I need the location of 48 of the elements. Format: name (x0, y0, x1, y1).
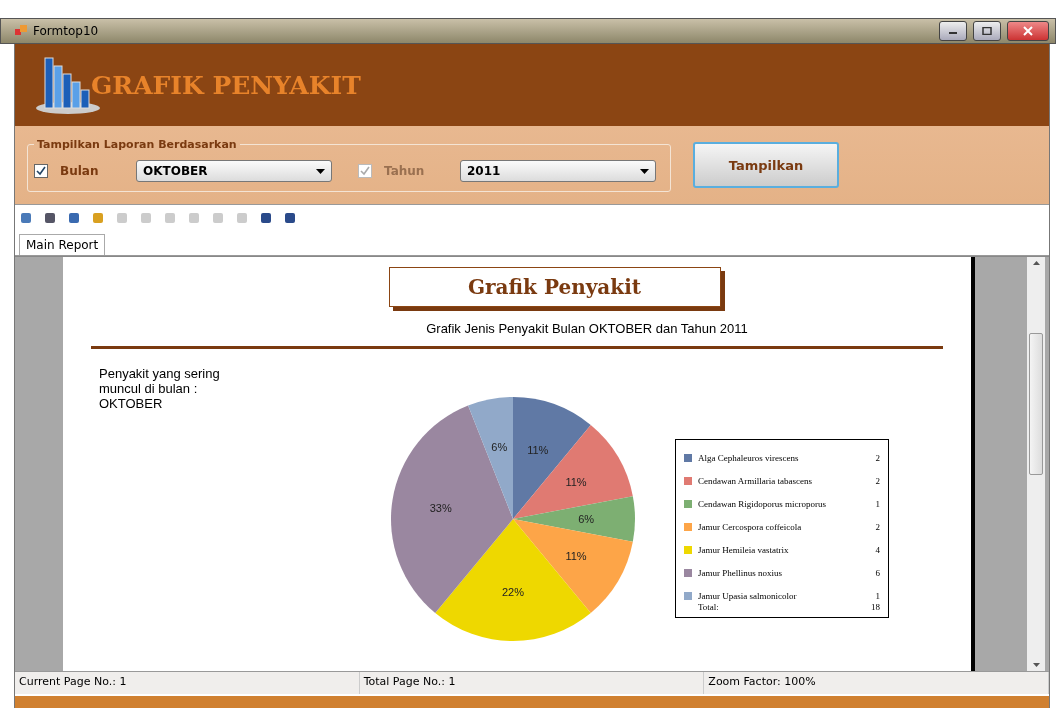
close-icon (1023, 26, 1033, 36)
legend-label: Jamur Phellinus noxius (698, 567, 783, 578)
report-note: Penyakit yang sering muncul di bulan : OKTOBER (98, 367, 221, 413)
checkbox[interactable] (34, 164, 48, 178)
maximize-button[interactable] (973, 21, 1001, 41)
slice-label: 22% (502, 586, 524, 599)
scroll-up-icon[interactable] (1032, 261, 1040, 265)
slice-label: 11% (527, 444, 549, 457)
checkbox-label: Tahun (384, 164, 426, 178)
legend-total: 18 (871, 602, 880, 612)
legend-label: Jamur Upasia salmonicolor (698, 590, 798, 601)
close-button[interactable] (1007, 21, 1049, 41)
legend-label: Jamur Hemileia vastatrix (698, 544, 790, 555)
slice-label: 6% (578, 513, 595, 525)
dropdown-arrow-icon (316, 168, 325, 174)
minimize-button[interactable] (939, 21, 967, 41)
legend-count: 1 (875, 498, 880, 509)
window-title: Formtop10 (33, 24, 100, 38)
slice-label: 11% (565, 550, 587, 563)
legend-label: Cendawan Armillaria tabascens (698, 475, 813, 486)
status-text: Current Page No.: 1 (15, 672, 360, 694)
show-button[interactable]: Tampilkan (693, 142, 839, 188)
dropdown-arrow-icon (640, 168, 649, 174)
slice-label: 6% (491, 441, 508, 454)
legend-label: Cendawan Rigidoporus microporus (698, 498, 827, 509)
legend-count: 1 (875, 590, 880, 601)
app-icon (15, 25, 27, 37)
status-text: Zoom Factor: 100% (704, 672, 1049, 694)
legend-total-label: Total: (698, 602, 720, 612)
dropdown[interactable]: OKTOBER (136, 160, 332, 182)
scroll-down-icon[interactable] (1032, 663, 1040, 667)
status-text: Total Page No.: 1 (359, 672, 705, 694)
maximize-icon (982, 27, 992, 35)
slice-label: 33% (429, 501, 452, 514)
scrollbar[interactable] (1027, 257, 1045, 671)
legend-label: Jamur Cercospora coffeicola (698, 521, 803, 532)
checkbox-label: Bulan (60, 164, 100, 178)
legend-count: 2 (875, 521, 880, 532)
legend-label: Alga Cephaleuros virescens (698, 452, 800, 463)
group-label: Tampilkan Laporan Berdasarkan (36, 138, 238, 151)
report-subtitle: Grafik Jenis Penyakit Bulan OKTOBER dan Tahun 2011 (426, 321, 748, 336)
report-tab[interactable]: Main Report (19, 234, 106, 255)
legend-count: 2 (875, 452, 880, 463)
legend-count: 6 (875, 567, 880, 578)
legend-count: 2 (875, 475, 880, 486)
legend-count: 4 (875, 544, 880, 555)
slice-label: 11% (565, 475, 587, 488)
banner-title: GRAFIK PENYAKIT (91, 70, 361, 100)
